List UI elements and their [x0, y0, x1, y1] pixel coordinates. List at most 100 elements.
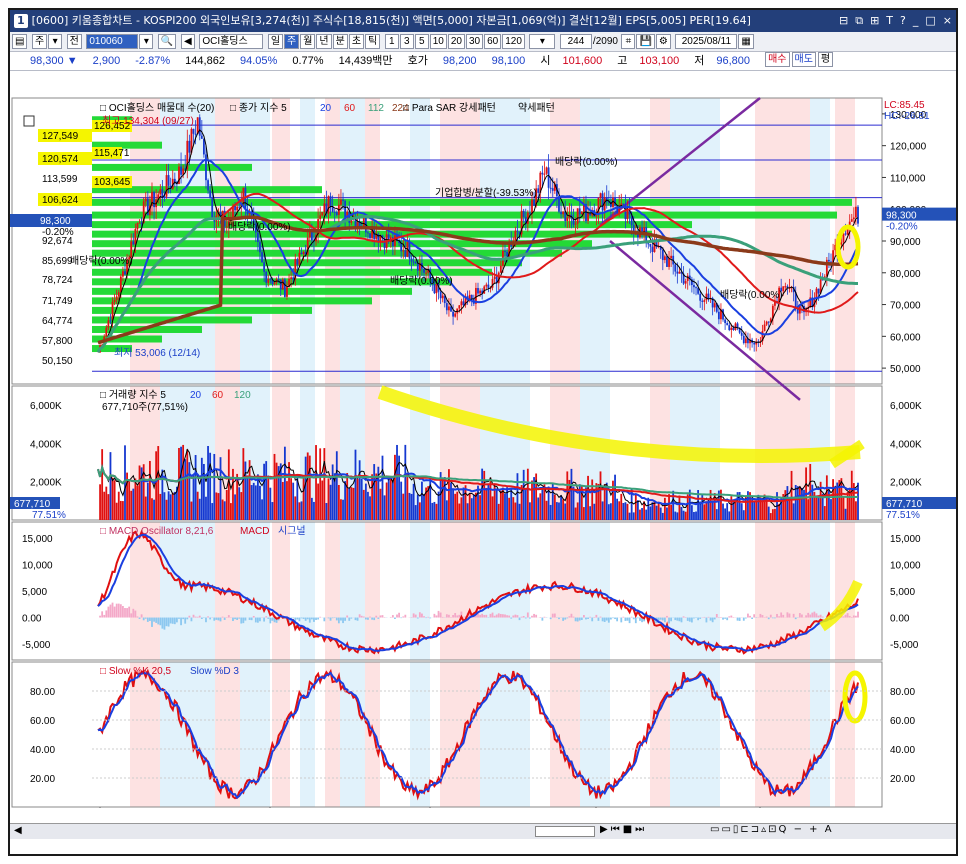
candle-body	[165, 175, 168, 197]
candle-body	[753, 342, 756, 345]
prev-stock-icon[interactable]: ◀	[180, 34, 195, 49]
interval-button-10[interactable]: 10	[429, 34, 447, 49]
interval-dropdown[interactable]: ▾	[529, 34, 556, 49]
macd-osc-bar	[367, 617, 369, 620]
toolbar-button-stock[interactable]: 주	[31, 34, 48, 49]
candle-body	[369, 233, 371, 239]
volume-bar	[117, 491, 120, 520]
macd-osc-bar	[337, 617, 340, 624]
low-label: 저	[694, 55, 705, 67]
window-control-2[interactable]: ⊞	[870, 14, 879, 27]
macd-osc-bar	[661, 617, 664, 621]
period-tab-6[interactable]: 틱	[365, 34, 381, 49]
window-control-3[interactable]: T	[886, 14, 893, 27]
volume-bar	[472, 494, 475, 520]
interval-button-30[interactable]: 30	[465, 34, 484, 49]
window-control-1[interactable]: ⧉	[855, 14, 863, 27]
toolbar-button-all[interactable]: 전	[66, 34, 82, 49]
macd-osc-bar	[180, 617, 182, 626]
window-control-4[interactable]: ?	[900, 14, 906, 27]
playback-controls[interactable]: ▶⏮■⏭	[600, 824, 647, 835]
count-input[interactable]: 244	[559, 34, 592, 49]
period-tab-2[interactable]: 월	[300, 34, 316, 49]
scroll-thumb[interactable]	[535, 826, 595, 837]
volume-bar	[356, 478, 359, 520]
macd-osc-bar	[626, 617, 629, 621]
period-tab-3[interactable]: 년	[316, 34, 332, 49]
period-tab-0[interactable]: 일	[267, 34, 284, 49]
interval-button-20[interactable]: 20	[447, 34, 465, 49]
zoom-tools-icon[interactable]: ▭▭▯⊏⊐▵⊡Q − + A	[710, 824, 834, 835]
volume-bar	[329, 484, 332, 520]
macd-osc-bar	[122, 606, 124, 618]
macd-osc-bar	[132, 608, 135, 618]
sell-button[interactable]: 매도	[791, 52, 816, 67]
volume-bar	[628, 512, 631, 520]
volume-bar	[192, 474, 195, 520]
macd-osc-bar	[292, 617, 295, 619]
volume-bar	[115, 502, 118, 520]
volume-bar	[402, 493, 405, 520]
interval-button-1[interactable]: 1	[384, 34, 399, 49]
macd-osc-bar	[624, 617, 627, 621]
macd-osc-bar	[221, 616, 224, 618]
candle-body	[340, 199, 342, 205]
window-control-5[interactable]: _	[913, 14, 919, 27]
volume-bar	[728, 511, 731, 520]
calendar-icon[interactable]: ▦	[738, 34, 754, 49]
window-control-0[interactable]: ⊟	[839, 14, 848, 27]
volume-bar	[684, 511, 687, 520]
dropdown-icon[interactable]: ▾	[48, 34, 63, 49]
stock-name[interactable]: OCI홀딩스	[199, 34, 264, 49]
interval-button-60[interactable]: 60	[484, 34, 502, 49]
window-control-7[interactable]: ×	[943, 14, 952, 27]
interval-button-120[interactable]: 120	[502, 34, 525, 49]
volume-bar	[437, 491, 440, 520]
candle-body	[452, 311, 454, 317]
panel-menu-icon	[23, 115, 35, 127]
search-icon[interactable]: 🔍	[157, 34, 177, 49]
eval-button[interactable]: 평	[817, 52, 834, 67]
candle-body	[678, 271, 681, 274]
volume-bar	[462, 487, 465, 520]
window-control-6[interactable]: □	[925, 14, 935, 27]
scroll-bar[interactable]: ◀ ▶⏮■⏭ ▭▭▯⊏⊐▵⊡Q − + A	[10, 823, 956, 839]
volume-bar	[227, 449, 230, 520]
macd-osc-bar	[315, 617, 317, 621]
volume-bar	[639, 509, 641, 520]
macd-osc-bar	[178, 617, 180, 619]
chart-type-icon[interactable]: ⌗	[621, 34, 636, 49]
volume-bar	[292, 482, 295, 520]
volume-bar	[410, 493, 413, 520]
layout-icon[interactable]: ▤	[12, 34, 28, 49]
scroll-left-icon[interactable]: ◀	[14, 825, 22, 836]
chart-area[interactable]: 127,549120,574113,599106,62498,300-0.20%…	[10, 72, 956, 808]
candle-body	[695, 287, 697, 289]
interval-button-3[interactable]: 3	[399, 34, 414, 49]
save-icon[interactable]: 💾	[636, 34, 655, 49]
date-input[interactable]: 2025/08/11	[675, 34, 738, 49]
macd-osc-bar	[771, 617, 774, 619]
volume-bar	[379, 488, 382, 520]
stock-code-input[interactable]: 010060	[86, 34, 139, 49]
buy-button[interactable]: 매수	[765, 52, 790, 67]
volume-bar	[715, 509, 718, 520]
volume-bar	[308, 455, 311, 520]
event-annotation: 배당락(0.00%)	[555, 156, 618, 168]
period-tab-1[interactable]: 주	[284, 34, 300, 49]
volume-bar	[632, 512, 635, 520]
interval-button-5[interactable]: 5	[414, 34, 429, 49]
candle-body	[668, 258, 670, 267]
settings-icon[interactable]: ⚙	[655, 34, 671, 49]
candle-body	[119, 276, 122, 293]
period-tab-4[interactable]: 분	[332, 34, 348, 49]
macd-legend-line: MACD	[240, 526, 269, 537]
period-tab-5[interactable]: 초	[348, 34, 365, 49]
macd-osc-bar	[128, 606, 131, 618]
volume-bar	[157, 446, 160, 520]
macd-osc-bar	[599, 616, 602, 618]
candle-body	[663, 256, 666, 261]
candle-body	[362, 217, 365, 227]
code-dropdown-icon[interactable]: ▾	[139, 34, 154, 49]
volume-bar	[649, 506, 652, 520]
